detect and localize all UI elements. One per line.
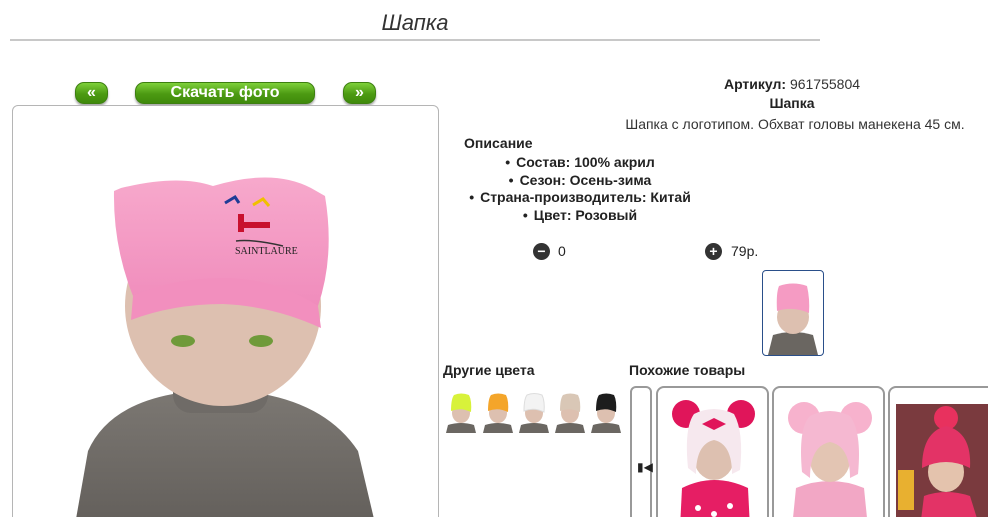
attribute-composition: Состав: 100% акрил	[440, 154, 720, 172]
color-swatch-beige[interactable]	[554, 391, 586, 433]
product-photo-image: SAINTLAURE	[76, 177, 374, 517]
hat-logo-text: SAINTLAURE	[235, 246, 298, 257]
price-value: 79р.	[731, 243, 759, 259]
download-photo-button[interactable]: Скачать фото	[135, 82, 315, 104]
minus-circle-icon[interactable]: −	[533, 243, 550, 260]
similar-product-card-1[interactable]	[656, 386, 769, 517]
next-photo-button[interactable]: »	[343, 82, 376, 104]
color-swatch-black[interactable]	[590, 391, 622, 433]
color-swatch-white[interactable]	[518, 391, 550, 433]
attribute-list: Состав: 100% акрил Сезон: Осень-зима Стр…	[440, 154, 720, 224]
quantity-value: 0	[558, 243, 566, 259]
page-title: Шапка	[381, 10, 449, 35]
main-product-photo[interactable]: SAINTLAURE	[12, 105, 439, 517]
article-label: Артикул:	[723, 76, 787, 92]
similar-products-heading: Похожие товары	[629, 362, 746, 378]
color-swatch-orange[interactable]	[482, 391, 514, 433]
description-heading: Описание	[464, 135, 533, 151]
product-name: Шапка	[769, 95, 815, 111]
similar-product-card-2[interactable]	[772, 386, 885, 517]
skip-back-icon: ▮◀	[637, 460, 653, 474]
article-line: Артикул: 961755804	[600, 76, 984, 92]
similar-scroll-back-button[interactable]: ▮◀	[630, 386, 653, 517]
other-colors-heading: Другие цвета	[443, 362, 535, 378]
thumbnail-image	[768, 283, 818, 355]
color-swatch-yellow-green[interactable]	[445, 391, 477, 433]
title-divider	[10, 39, 820, 41]
attribute-color: Цвет: Розовый	[440, 207, 720, 225]
article-value: 961755804	[789, 76, 861, 92]
product-short-description: Шапка с логотипом. Обхват головы манекен…	[625, 116, 965, 132]
plus-circle-icon[interactable]: +	[705, 243, 722, 260]
prev-photo-button[interactable]: «	[75, 82, 108, 104]
attribute-season: Сезон: Осень-зима	[440, 172, 720, 190]
similar-product-card-3[interactable]	[888, 386, 988, 517]
photo-thumbnail[interactable]	[762, 270, 824, 356]
attribute-country: Страна-производитель: Китай	[440, 189, 720, 207]
